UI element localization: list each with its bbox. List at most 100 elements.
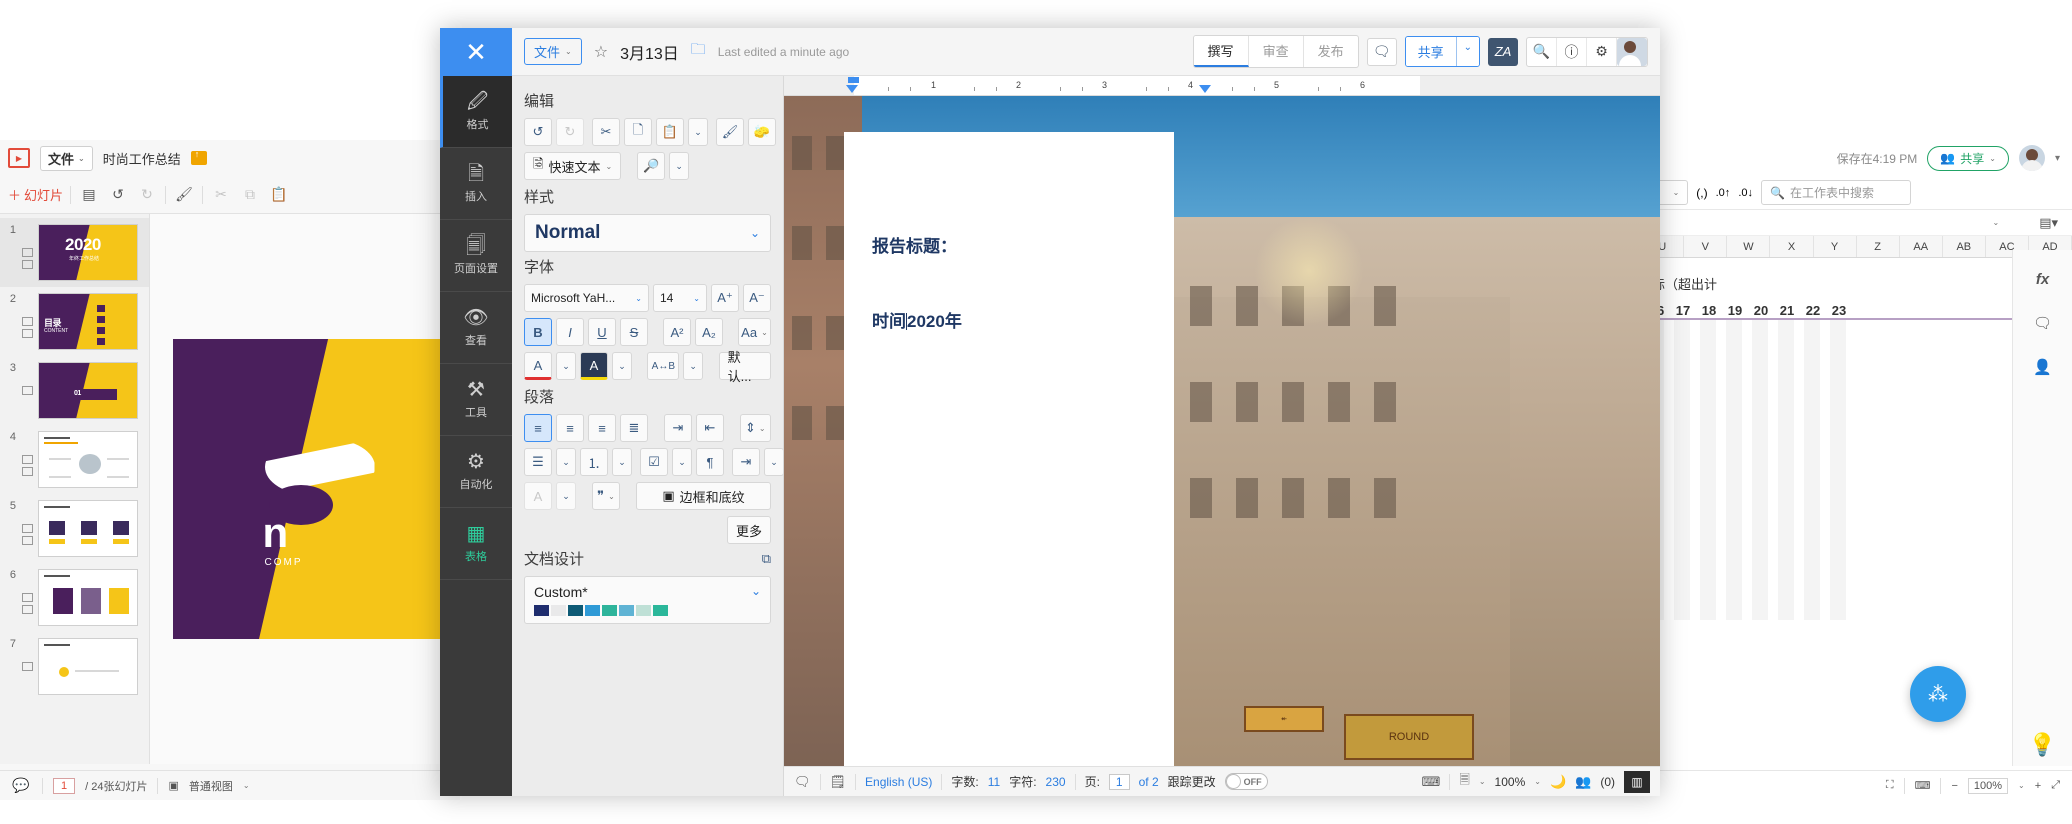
signpost-icon[interactable]: ⁂ <box>1910 666 1966 722</box>
subscript-button[interactable]: A₂ <box>694 318 723 346</box>
chevron-down-icon[interactable]: ⌄ <box>688 118 708 146</box>
sidebar-item-automation[interactable]: ⚙ 自动化 <box>440 436 512 508</box>
quick-text-button[interactable]: 🗟 快速文本 ⌄ <box>524 152 622 180</box>
decrease-font-size-button[interactable]: A⁻ <box>743 284 771 312</box>
text-flow-icon[interactable]: ⇥ <box>732 448 760 476</box>
book-view-icon[interactable]: ▥ <box>1624 770 1650 793</box>
open-external-icon[interactable]: ⧉ <box>762 551 771 567</box>
column-header[interactable]: Y <box>1814 236 1857 257</box>
chevron-down-icon[interactable]: ⌄ <box>556 482 576 510</box>
sidebar-item-view[interactable]: 👁 查看 <box>440 292 512 364</box>
font-color-icon[interactable]: A <box>524 352 552 380</box>
sheet-search-input[interactable]: 🔍 在工作表中搜索 <box>1761 180 1911 205</box>
document-page[interactable]: 报告标题： 时间2020年 <box>844 132 1174 766</box>
doc-file-menu[interactable]: 文件 ⌄ <box>524 38 582 65</box>
slide-thumbnail-2[interactable]: 2 目录 CONTENT <box>0 287 149 356</box>
collaborators-icon[interactable]: 👥 <box>1575 774 1591 790</box>
comment-icon[interactable]: 💬 <box>10 775 32 797</box>
sidebar-item-format[interactable]: 🖉 格式 <box>440 76 512 148</box>
chevron-down-icon[interactable]: ⌄ <box>1455 37 1479 66</box>
normal-view-icon[interactable]: ▣ <box>168 779 178 792</box>
checklist-icon[interactable]: ☑ <box>640 448 668 476</box>
cut-icon[interactable]: ✂ <box>210 184 232 206</box>
mode-compose[interactable]: 撰写 <box>1193 36 1249 67</box>
horizontal-ruler[interactable]: 1 2 3 4 5 6 <box>784 76 1660 96</box>
format-painter-icon[interactable]: 🖌 <box>716 118 744 146</box>
share-button-label[interactable]: 共享 <box>1405 37 1456 66</box>
chevron-down-icon[interactable]: ⌄ <box>764 448 783 476</box>
page-layout-icon[interactable]: 🗏 <box>1459 771 1469 793</box>
bullet-list-icon[interactable]: ☰ <box>524 448 552 476</box>
freeze-panes-icon[interactable]: ▤▾ <box>2039 215 2058 231</box>
collaborator-icon[interactable]: 👤 <box>2028 352 2058 382</box>
mode-switcher[interactable]: 撰写 审查 发布 <box>1192 35 1359 68</box>
copy-icon[interactable]: ⧉ <box>239 184 261 206</box>
default-font-button[interactable]: 默认... <box>718 350 771 384</box>
column-header[interactable]: AA <box>1900 236 1943 257</box>
document-line-2[interactable]: 时间2020年 <box>872 307 1174 332</box>
font-family-select[interactable]: Microsoft YaH... ⌄ <box>524 284 649 312</box>
slide-thumbnail-4[interactable]: 4 <box>0 425 149 494</box>
fx-label[interactable]: fx <box>2028 264 2058 294</box>
undo-icon[interactable]: ↺ <box>524 118 552 146</box>
comment-icon[interactable]: 🗨 <box>794 774 811 790</box>
increase-font-size-button[interactable]: A⁺ <box>711 284 739 312</box>
style-select[interactable]: Normal ⌄ <box>524 214 771 252</box>
gear-icon[interactable]: ⚙ <box>1587 37 1617 66</box>
change-case-button[interactable]: Aa ⌄ <box>737 318 772 346</box>
bold-button[interactable]: B <box>524 318 552 346</box>
redo-icon[interactable]: ↻ <box>136 184 158 206</box>
comma-style-button[interactable]: (,) <box>1696 186 1707 200</box>
paragraph-mark-icon[interactable]: ¶ <box>696 448 724 476</box>
chevron-down-icon[interactable]: ⌄ <box>556 352 576 380</box>
star-icon[interactable]: ☆ <box>594 42 608 62</box>
zoom-level[interactable]: 100% <box>1495 775 1526 789</box>
sidebar-item-insert[interactable]: 🗎 插入 <box>440 148 512 220</box>
font-size-select[interactable]: 14 ⌄ <box>653 284 707 312</box>
zoom-level[interactable]: 100% <box>1967 777 2009 794</box>
align-center-icon[interactable]: ≡ <box>556 414 584 442</box>
decrease-indent-icon[interactable]: ⇤ <box>696 414 724 442</box>
avatar[interactable] <box>2018 145 2045 171</box>
chevron-down-icon[interactable]: ⌄ <box>243 781 250 790</box>
view-mode-label[interactable]: 普通视图 <box>189 778 233 794</box>
doc-share-group[interactable]: 共享 ⌄ <box>1404 36 1480 67</box>
active-slide[interactable]: n COMP <box>172 339 458 639</box>
sidebar-item-page-setup[interactable]: 🗐 页面设置 <box>440 220 512 292</box>
align-justify-icon[interactable]: ≣ <box>620 414 648 442</box>
keyboard-icon[interactable]: ⌨ <box>1915 779 1931 792</box>
chevron-down-icon[interactable]: ⌄ <box>669 152 690 180</box>
undo-icon[interactable]: ↺ <box>107 184 129 206</box>
brand-badge[interactable]: ZA <box>1488 37 1518 66</box>
track-changes-toggle[interactable]: OFF <box>1224 773 1268 790</box>
format-painter-icon[interactable]: 🖌 <box>173 184 195 206</box>
page-number-input[interactable]: 1 <box>1108 773 1130 790</box>
redo-icon[interactable]: ↻ <box>556 118 584 146</box>
align-left-icon[interactable]: ≡ <box>524 414 552 442</box>
slide-thumbnail-5[interactable]: 5 <box>0 494 149 563</box>
sheet-share-button[interactable]: 👥 共享 ⌄ <box>1927 145 2009 171</box>
decrease-decimal-icon[interactable]: .0↓ <box>1738 187 1753 199</box>
find-replace-icon[interactable]: 🔎 <box>637 152 666 180</box>
chevron-down-icon[interactable]: ⌄ <box>2018 781 2025 790</box>
fullscreen-icon[interactable]: ⤢ <box>2051 779 2060 792</box>
new-slide-button[interactable]: ＋ 幻灯片 <box>8 185 63 204</box>
borders-shading-button[interactable]: ▣ 边框和底纹 <box>636 482 771 510</box>
slide-thumbnail-6[interactable]: 6 <box>0 563 149 632</box>
info-icon[interactable]: ⓘ <box>1557 37 1587 66</box>
mode-publish[interactable]: 发布 <box>1304 36 1358 67</box>
strikethrough-button[interactable]: S <box>620 318 648 346</box>
layout-icon[interactable]: ▤ <box>78 184 100 206</box>
line-spacing-icon[interactable]: ⇕ ⌄ <box>740 414 771 442</box>
cut-icon[interactable]: ✂ <box>592 118 620 146</box>
mode-review[interactable]: 审查 <box>1249 36 1304 67</box>
chevron-down-icon[interactable]: ⌄ <box>672 448 692 476</box>
night-mode-icon[interactable]: 🌙 <box>1550 774 1566 790</box>
chevron-down-icon[interactable]: ⌄ <box>556 448 576 476</box>
chevron-down-icon[interactable]: ⌄ <box>683 352 704 380</box>
zoom-out-button[interactable]: − <box>1951 780 1957 792</box>
underline-button[interactable]: U <box>588 318 616 346</box>
column-header[interactable]: Z <box>1857 236 1900 257</box>
document-title[interactable]: 3月13日 <box>620 40 679 64</box>
paste-icon[interactable]: 📋 <box>268 184 290 206</box>
